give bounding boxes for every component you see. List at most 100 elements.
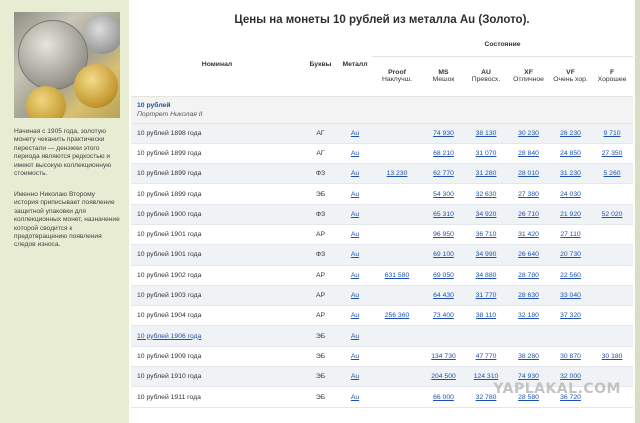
- price-xf-cell[interactable]: 28 630: [507, 285, 550, 307]
- price-xf-cell[interactable]: 38 280: [507, 346, 550, 368]
- price-f-link[interactable]: 30 180: [602, 353, 623, 360]
- metal-cell[interactable]: Au: [338, 285, 372, 307]
- price-ms-link[interactable]: 68 210: [433, 150, 454, 157]
- price-proof-cell[interactable]: 13 230: [372, 163, 422, 185]
- price-f-cell[interactable]: 9 710: [591, 123, 634, 144]
- price-vf-link[interactable]: 27 110: [560, 231, 580, 238]
- price-ms-cell[interactable]: 54 300: [422, 183, 465, 205]
- metal-cell[interactable]: Au: [338, 183, 372, 205]
- price-vf-link[interactable]: 26 230: [560, 130, 581, 137]
- price-xf-link[interactable]: 27 380: [518, 191, 539, 198]
- price-ms-cell[interactable]: 62 770: [422, 163, 465, 185]
- price-vf-cell[interactable]: 22 560: [550, 265, 591, 286]
- price-au-link[interactable]: 36 710: [476, 231, 497, 238]
- price-au-link[interactable]: 34 920: [476, 211, 497, 218]
- price-xf-link[interactable]: 38 280: [518, 353, 539, 360]
- price-vf-cell[interactable]: 30 870: [550, 346, 591, 368]
- price-vf-cell[interactable]: 24 030: [550, 183, 591, 205]
- price-xf-cell[interactable]: 27 380: [507, 183, 550, 205]
- price-ms-link[interactable]: 62 770: [433, 170, 454, 177]
- metal-link[interactable]: Au: [351, 251, 359, 258]
- price-vf-cell[interactable]: 27 110: [550, 224, 591, 246]
- price-xf-link[interactable]: 28 780: [518, 272, 539, 279]
- price-ms-link[interactable]: 96 950: [433, 231, 454, 238]
- price-au-cell[interactable]: 38 130: [465, 123, 507, 144]
- price-au-link[interactable]: 38 110: [476, 312, 496, 319]
- price-ms-cell[interactable]: 204 500: [422, 366, 465, 388]
- price-au-link[interactable]: 32 630: [476, 191, 497, 198]
- metal-cell[interactable]: Au: [338, 386, 372, 408]
- metal-link[interactable]: Au: [351, 353, 359, 360]
- metal-cell[interactable]: Au: [338, 244, 372, 266]
- price-xf-link[interactable]: 28 840: [518, 150, 539, 157]
- price-ms-cell[interactable]: 64 430: [422, 285, 465, 307]
- price-vf-link[interactable]: 20 730: [560, 251, 581, 258]
- price-proof-link[interactable]: 256 360: [385, 312, 410, 319]
- price-xf-cell[interactable]: 26 710: [507, 204, 550, 225]
- price-xf-cell[interactable]: 31 420: [507, 224, 550, 246]
- coin-name-cell[interactable]: 10 рублей 1906 года: [131, 325, 303, 347]
- metal-cell[interactable]: Au: [338, 143, 372, 165]
- metal-cell[interactable]: Au: [338, 204, 372, 225]
- price-ms-cell[interactable]: 68 210: [422, 143, 465, 165]
- price-vf-link[interactable]: 24 850: [560, 150, 581, 157]
- price-au-cell[interactable]: 31 070: [465, 143, 507, 165]
- price-au-link[interactable]: 38 130: [476, 130, 497, 137]
- metal-link[interactable]: Au: [351, 394, 359, 401]
- price-au-cell[interactable]: 31 280: [465, 163, 507, 185]
- price-xf-link[interactable]: 28 010: [518, 170, 539, 177]
- metal-cell[interactable]: Au: [338, 265, 372, 286]
- price-proof-link[interactable]: 631 580: [385, 272, 410, 279]
- price-vf-cell[interactable]: 21 920: [550, 204, 591, 225]
- price-xf-link[interactable]: 26 640: [518, 251, 539, 258]
- price-ms-cell[interactable]: 73 400: [422, 305, 465, 327]
- price-proof-cell[interactable]: 256 360: [372, 305, 422, 327]
- price-ms-cell[interactable]: 74 930: [422, 123, 465, 144]
- price-ms-link[interactable]: 69 100: [433, 251, 454, 258]
- price-ms-link[interactable]: 54 300: [433, 191, 454, 198]
- price-f-cell[interactable]: 5 260: [591, 163, 634, 185]
- price-ms-link[interactable]: 65 310: [433, 211, 454, 218]
- price-au-link[interactable]: 47 770: [476, 353, 497, 360]
- price-proof-link[interactable]: 13 230: [387, 170, 408, 177]
- metal-link[interactable]: Au: [351, 272, 359, 279]
- price-vf-link[interactable]: 30 870: [560, 353, 581, 360]
- metal-link[interactable]: Au: [351, 191, 359, 198]
- price-ms-link[interactable]: 134 730: [431, 353, 456, 360]
- metal-link[interactable]: Au: [351, 130, 359, 137]
- price-ms-cell[interactable]: 66 000: [422, 386, 465, 408]
- price-xf-link[interactable]: 28 630: [518, 292, 539, 299]
- metal-link[interactable]: Au: [351, 312, 359, 319]
- price-ms-cell[interactable]: 65 310: [422, 204, 465, 225]
- price-au-cell[interactable]: 38 110: [465, 305, 507, 327]
- metal-cell[interactable]: Au: [338, 123, 372, 144]
- price-ms-cell[interactable]: 96 950: [422, 224, 465, 246]
- metal-link[interactable]: Au: [351, 373, 359, 380]
- price-au-cell[interactable]: 47 770: [465, 346, 507, 368]
- coin-name-link[interactable]: 10 рублей 1906 года: [137, 333, 201, 340]
- price-au-cell[interactable]: 34 880: [465, 265, 507, 286]
- price-ms-link[interactable]: 73 400: [433, 312, 454, 319]
- price-f-link[interactable]: 9 710: [604, 130, 621, 137]
- metal-cell[interactable]: Au: [338, 346, 372, 368]
- price-ms-link[interactable]: 66 000: [433, 394, 454, 401]
- price-f-link[interactable]: 27 350: [602, 150, 623, 157]
- price-f-cell[interactable]: 27 350: [591, 143, 634, 165]
- price-xf-cell[interactable]: 32 180: [507, 305, 550, 327]
- price-xf-link[interactable]: 26 710: [518, 211, 539, 218]
- price-au-cell[interactable]: 36 710: [465, 224, 507, 246]
- price-xf-cell[interactable]: 30 230: [507, 123, 550, 144]
- metal-cell[interactable]: Au: [338, 325, 372, 347]
- price-f-link[interactable]: 5 260: [604, 170, 621, 177]
- price-ms-link[interactable]: 204 500: [431, 373, 456, 380]
- price-vf-cell[interactable]: 37 320: [550, 305, 591, 327]
- price-ms-link[interactable]: 64 430: [433, 292, 454, 299]
- metal-cell[interactable]: Au: [338, 224, 372, 246]
- price-vf-link[interactable]: 24 030: [560, 191, 581, 198]
- price-au-link[interactable]: 34 880: [476, 272, 497, 279]
- price-au-cell[interactable]: 34 920: [465, 204, 507, 225]
- price-vf-cell[interactable]: 26 230: [550, 123, 591, 144]
- price-f-cell[interactable]: 30 180: [591, 346, 634, 368]
- price-au-link[interactable]: 31 070: [476, 150, 497, 157]
- price-ms-cell[interactable]: 134 730: [422, 346, 465, 368]
